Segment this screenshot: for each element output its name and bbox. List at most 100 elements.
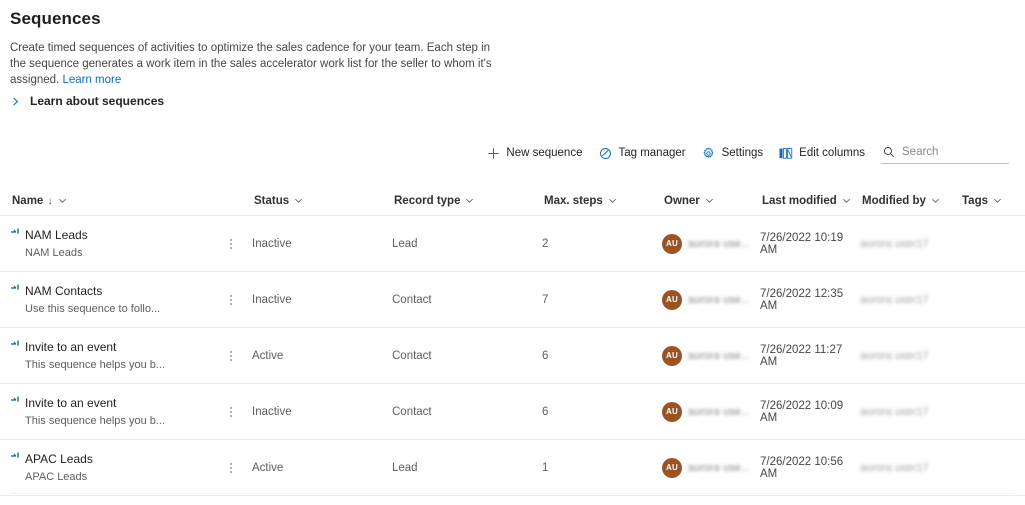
chevron-down-icon — [994, 198, 1001, 203]
row-status: Inactive — [252, 293, 292, 306]
row-owner-name: aurora use... — [688, 461, 750, 474]
row-modified-by: aurora user17 — [860, 238, 960, 250]
avatar: AU — [662, 233, 682, 254]
more-vertical-icon[interactable] — [210, 459, 252, 477]
row-max-steps: 2 — [542, 237, 549, 250]
learn-more-link[interactable]: Learn more — [62, 74, 121, 86]
table-row[interactable]: NAM Contacts Use this sequence to follo.… — [0, 272, 1025, 328]
row-record-type: Contact — [392, 349, 432, 362]
row-owner: AU aurora use... — [662, 289, 760, 310]
tag-manager-label: Tag manager — [618, 147, 686, 159]
avatar: AU — [662, 289, 682, 310]
learn-about-sequences-section[interactable]: Learn about sequences — [10, 94, 164, 108]
column-header-name-label: Name — [12, 194, 44, 207]
row-status: Active — [252, 349, 284, 362]
more-vertical-icon[interactable] — [210, 403, 252, 421]
row-menu-cell[interactable] — [210, 347, 252, 365]
row-menu-cell[interactable] — [210, 403, 252, 421]
row-name-label: Invite to an event — [25, 396, 117, 410]
column-header-name[interactable]: Name ↓ — [10, 186, 210, 215]
grid-footer-divider — [10, 493, 1015, 494]
search-icon — [883, 146, 895, 159]
more-vertical-icon[interactable] — [210, 347, 252, 365]
new-sequence-button[interactable]: New sequence — [478, 142, 590, 164]
row-name-cell[interactable]: APAC Leads APAC Leads — [10, 452, 210, 483]
row-last-modified: 7/26/2022 12:35 AM — [760, 287, 844, 312]
row-owner: AU aurora use... — [662, 345, 760, 366]
column-header-modified-by[interactable]: Modified by — [860, 186, 960, 215]
tag-manager-button[interactable]: Tag manager — [590, 142, 693, 164]
row-description: This sequence helps you b... — [25, 415, 166, 427]
row-name-cell[interactable]: NAM Leads NAM Leads — [10, 228, 210, 259]
row-owner-name: aurora use... — [688, 349, 750, 362]
column-header-max-steps-label: Max. steps — [544, 194, 603, 207]
avatar: AU — [662, 457, 682, 478]
column-header-last-modified[interactable]: Last modified — [760, 186, 860, 215]
command-bar: New sequence Tag manager Settings Edit c… — [0, 138, 1025, 168]
sequence-icon — [11, 452, 19, 458]
column-header-record-type-label: Record type — [394, 194, 461, 207]
row-max-steps: 7 — [542, 293, 549, 306]
row-status: Inactive — [252, 237, 292, 250]
column-header-owner-label: Owner — [664, 194, 700, 207]
table-row[interactable]: APAC Leads APAC Leads Active Lead 1 AU a… — [0, 440, 1025, 496]
row-name-cell[interactable]: NAM Contacts Use this sequence to follo.… — [10, 284, 210, 315]
sequence-icon — [11, 396, 19, 402]
row-modified-by-name: aurora user17 — [860, 293, 929, 306]
row-status: Active — [252, 461, 284, 474]
row-menu-cell[interactable] — [210, 459, 252, 477]
grid-header-row: Name ↓ Status Record type Max. steps Own… — [0, 186, 1025, 216]
row-description: This sequence helps you b... — [25, 359, 166, 371]
table-row[interactable]: Invite to an event This sequence helps y… — [0, 328, 1025, 384]
column-header-status-label: Status — [254, 194, 290, 207]
column-header-modified-by-label: Modified by — [862, 194, 926, 207]
edit-columns-button[interactable]: Edit columns — [771, 142, 873, 164]
row-modified-by-name: aurora user17 — [860, 461, 929, 474]
row-max-steps: 6 — [542, 405, 549, 418]
row-description: APAC Leads — [25, 471, 88, 483]
column-header-tags[interactable]: Tags — [960, 186, 1025, 215]
tag-icon — [598, 146, 612, 160]
chevron-down-icon — [608, 198, 616, 203]
column-header-status[interactable]: Status — [252, 186, 392, 215]
row-menu-cell[interactable] — [210, 235, 252, 253]
row-owner-name: aurora use... — [688, 405, 750, 418]
row-modified-by: aurora user17 — [860, 294, 960, 306]
column-header-tags-label: Tags — [962, 194, 988, 207]
row-modified-by: aurora user17 — [860, 350, 960, 362]
settings-button[interactable]: Settings — [694, 142, 772, 164]
chevron-down-icon — [931, 198, 939, 203]
sequences-grid: Name ↓ Status Record type Max. steps Own… — [0, 186, 1025, 496]
row-record-type: Lead — [392, 461, 418, 474]
row-name-label: APAC Leads — [25, 452, 93, 466]
sequences-page: Sequences Create timed sequences of acti… — [0, 0, 1025, 505]
plus-icon — [486, 146, 500, 160]
row-menu-cell[interactable] — [210, 291, 252, 309]
search-input[interactable] — [902, 146, 1007, 158]
chevron-down-icon — [58, 198, 66, 203]
row-name-label: NAM Contacts — [25, 284, 103, 298]
row-max-steps: 1 — [542, 461, 549, 474]
learn-about-sequences-label: Learn about sequences — [30, 94, 165, 108]
column-header-owner[interactable]: Owner — [662, 186, 760, 215]
table-row[interactable]: Invite to an event This sequence helps y… — [0, 384, 1025, 440]
row-modified-by: aurora user17 — [860, 462, 960, 474]
more-vertical-icon[interactable] — [210, 291, 252, 309]
row-description: NAM Leads — [25, 247, 83, 259]
more-vertical-icon[interactable] — [210, 235, 252, 253]
column-header-max-steps[interactable]: Max. steps — [542, 186, 662, 215]
table-row[interactable]: NAM Leads NAM Leads Inactive Lead 2 AU a… — [0, 216, 1025, 272]
row-owner: AU aurora use... — [662, 233, 760, 254]
row-name-cell[interactable]: Invite to an event This sequence helps y… — [10, 340, 210, 371]
row-description: Use this sequence to follo... — [25, 303, 161, 315]
search-box[interactable] — [881, 143, 1009, 164]
row-name-label: Invite to an event — [25, 340, 117, 354]
row-modified-by-name: aurora user17 — [860, 405, 929, 418]
row-owner-name: aurora use... — [688, 237, 750, 250]
row-record-type: Contact — [392, 405, 432, 418]
avatar: AU — [662, 401, 682, 422]
row-name-cell[interactable]: Invite to an event This sequence helps y… — [10, 396, 210, 427]
row-status: Inactive — [252, 405, 292, 418]
column-header-record-type[interactable]: Record type — [392, 186, 542, 215]
columns-icon — [779, 146, 793, 160]
